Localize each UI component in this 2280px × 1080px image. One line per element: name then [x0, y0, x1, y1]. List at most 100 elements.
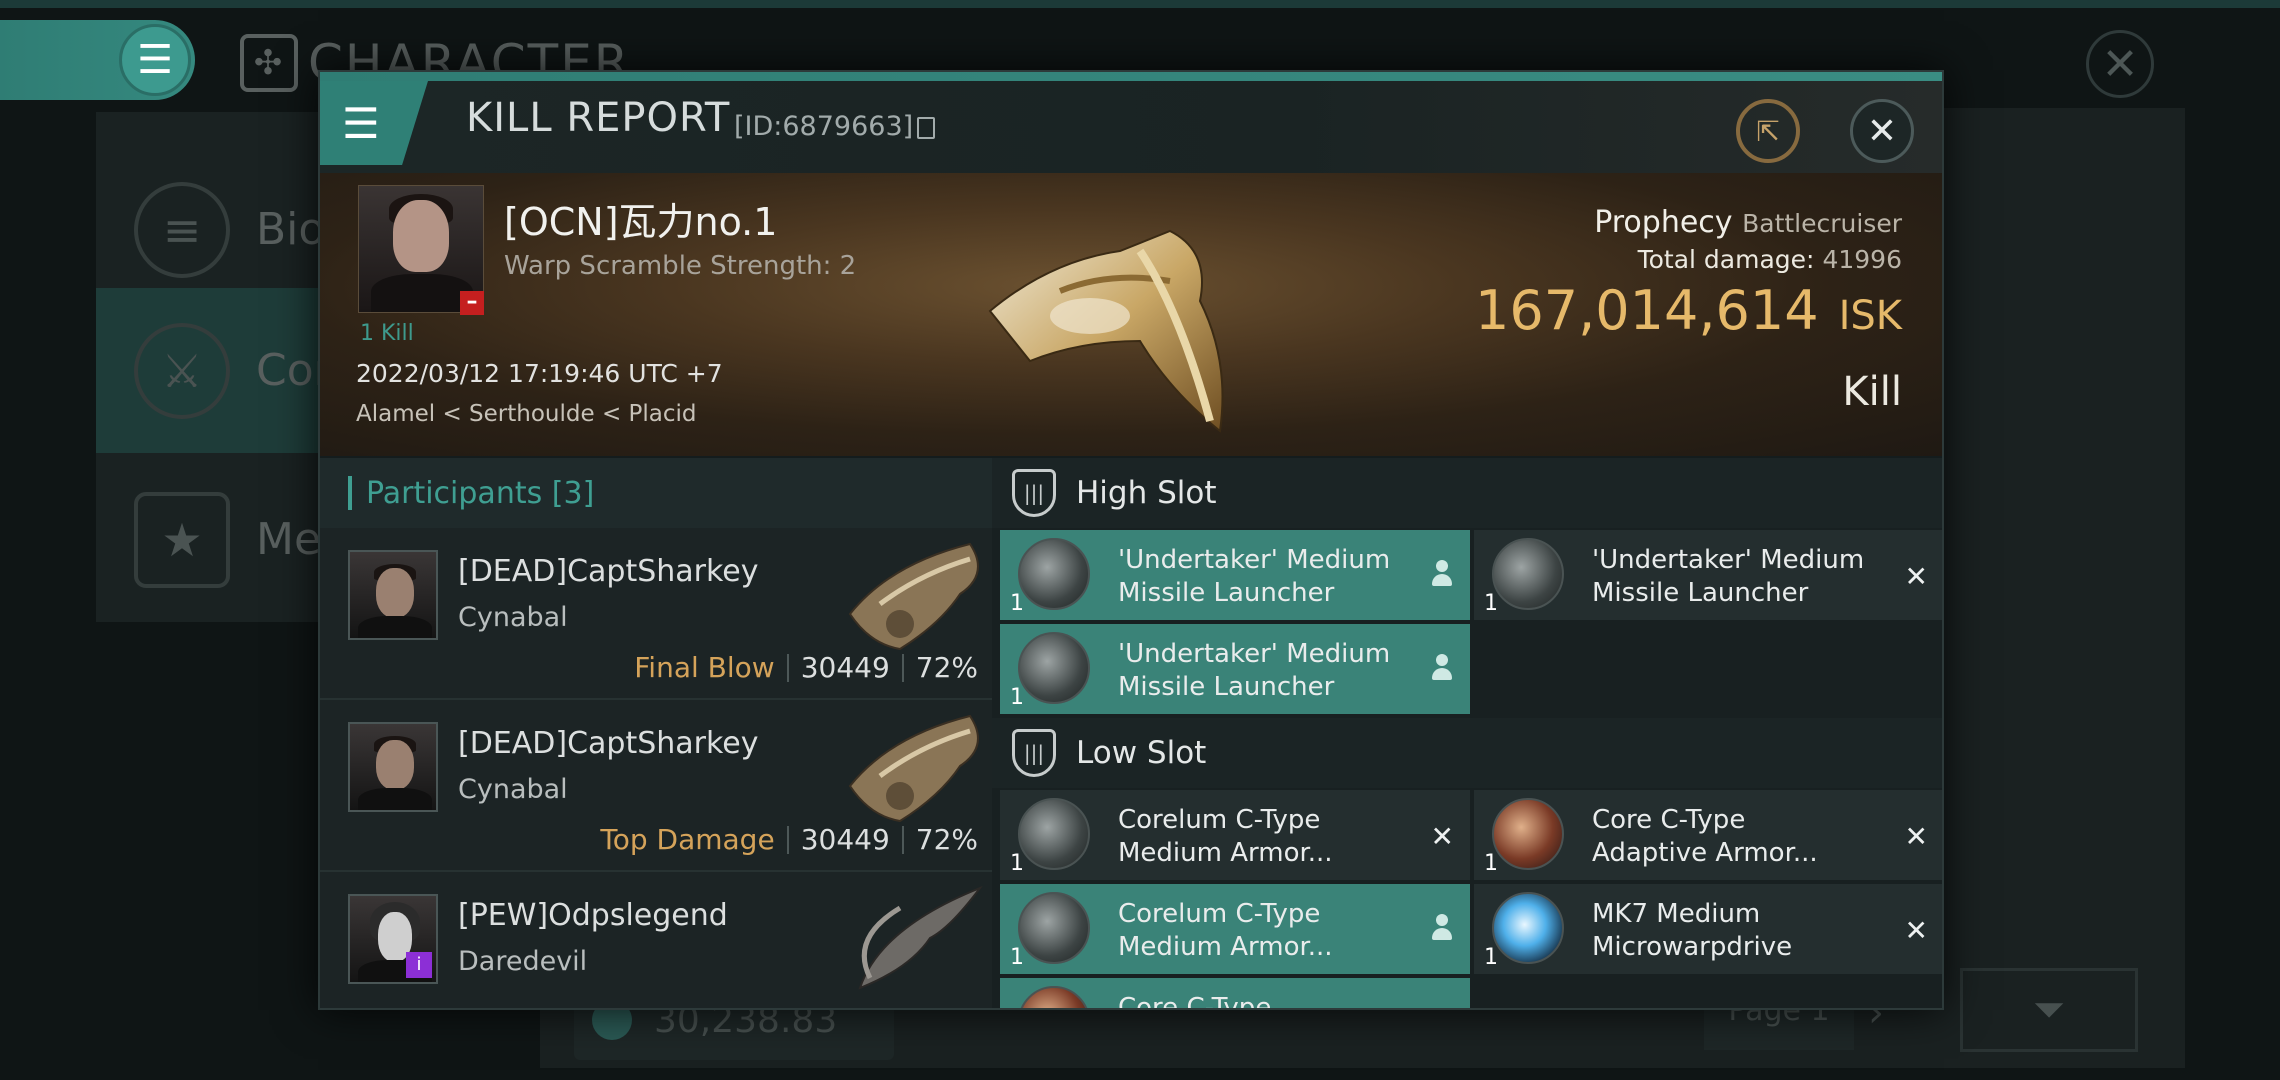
victim-kill-count: 1 Kill: [360, 321, 414, 346]
total-damage-label: Total damage:: [1637, 245, 1815, 274]
victim-ship-image: [988, 229, 1224, 433]
modal-accent-bar: [320, 72, 1942, 81]
slot-item-qty: 1: [1010, 851, 1024, 876]
participant-name: [PEW]Odpslegend: [458, 898, 728, 933]
slot-item[interactable]: Core C-Type: [1000, 978, 1470, 1010]
close-icon: ✕: [1430, 820, 1454, 853]
missile-launcher-icon: [1018, 632, 1090, 704]
close-button[interactable]: ✕: [1850, 99, 1914, 163]
kill-id-text: [ID:6879663]: [734, 111, 914, 142]
close-icon: ✕: [1904, 914, 1928, 947]
slot-item-name: 'Undertaker' Medium Missile Launcher: [1592, 545, 1865, 608]
adaptive-armor-icon: [1492, 798, 1564, 870]
share-icon: ⇱: [1756, 114, 1780, 148]
vitruvian-icon: ✣: [240, 34, 298, 92]
low-slot-grid: 1 Corelum C-Type Medium Armor... ✕ 1 Core…: [992, 788, 1942, 1010]
standing-negative-icon: –: [460, 291, 484, 315]
slot-item[interactable]: 1 'Undertaker' Medium Missile Launcher ✕: [1474, 530, 1942, 620]
avatar[interactable]: [348, 722, 438, 812]
modal-title: KILL REPORT: [466, 95, 731, 141]
slot-item[interactable]: 1 Corelum C-Type Medium Armor...: [1000, 884, 1470, 974]
total-damage: Total damage: 41996: [1638, 245, 1902, 274]
missile-launcher-icon: [1018, 538, 1090, 610]
person-icon: [1430, 914, 1454, 944]
slot-item-qty: 1: [1484, 945, 1498, 970]
background-sidebar: ≡ Bio ⚔ Cor ★ Med: [96, 112, 349, 622]
close-icon: ✕: [1866, 110, 1898, 152]
participant-ship: Cynabal: [458, 774, 568, 805]
participant-row[interactable]: [DEAD]CaptSharkey Cynabal Top Damage 304…: [320, 700, 992, 872]
participant-percent: 72%: [915, 651, 978, 684]
participant-stats: Final Blow 30449 72%: [634, 651, 978, 684]
slot-item[interactable]: 1 Corelum C-Type Medium Armor... ✕: [1000, 790, 1470, 880]
adaptive-armor-icon: [1018, 986, 1090, 1008]
top-accent-line: [0, 0, 2280, 8]
sidebar-item-label: Bio: [256, 204, 326, 255]
participant-ship-image: [848, 714, 979, 823]
hamburger-icon: ☰: [342, 98, 380, 148]
slot-item-qty: 1: [1484, 591, 1498, 616]
slot-item-name: Corelum C-Type Medium Armor...: [1118, 805, 1333, 868]
isk-value: 167,014,614 ISK: [1475, 279, 1902, 342]
kill-datetime: 2022/03/12 17:19:46 UTC +7: [356, 359, 723, 388]
crossed-swords-icon: ⚔: [134, 322, 230, 419]
slot-item-name: Core C-Type Adaptive Armor...: [1592, 805, 1818, 868]
participant-row[interactable]: i [PEW]Odpslegend Daredevil: [320, 872, 992, 1008]
sidebar-item-combat[interactable]: ⚔ Cor: [96, 288, 336, 453]
close-icon: ✕: [1904, 560, 1928, 593]
participants-header: Participants [3]: [320, 458, 992, 528]
star-icon: ★: [134, 491, 230, 588]
copy-icon[interactable]: [917, 116, 936, 139]
participant-damage: 30449: [800, 651, 890, 684]
ship-class: Battlecruiser: [1742, 209, 1902, 238]
sidebar-item-medals[interactable]: ★ Med: [96, 457, 349, 622]
armor-repairer-icon: [1018, 798, 1090, 870]
slot-item[interactable]: 1 Core C-Type Adaptive Armor... ✕: [1474, 790, 1942, 880]
background-menu-button[interactable]: ☰: [0, 20, 195, 100]
armor-repairer-icon: [1018, 892, 1090, 964]
participant-row[interactable]: [DEAD]CaptSharkey Cynabal Final Blow 304…: [320, 528, 992, 700]
person-icon: [1430, 560, 1454, 590]
total-damage-value: 41996: [1822, 245, 1902, 274]
slot-item-qty: 1: [1484, 851, 1498, 876]
high-slot-header: ||| High Slot: [992, 458, 1942, 528]
hamburger-icon: ☰: [119, 24, 191, 96]
participant-ship-image: [848, 542, 979, 651]
avatar[interactable]: [348, 550, 438, 640]
slot-item-name: 'Undertaker' Medium Missile Launcher: [1118, 545, 1391, 608]
list-icon: ≡: [134, 181, 230, 278]
fitting-slots-panel: ||| High Slot 1 'Undertaker' Medium Missi…: [992, 458, 1942, 1010]
high-slot-title: High Slot: [1076, 475, 1217, 511]
kill-report-modal: ☰ KILL REPORT [ID:6879663] ⇱ ✕ – [OCN]瓦力…: [318, 70, 1944, 1010]
shield-slot-icon: |||: [1012, 729, 1056, 777]
participant-percent: 72%: [915, 823, 978, 856]
missile-launcher-icon: [1492, 538, 1564, 610]
low-slot-title: Low Slot: [1076, 735, 1207, 771]
slot-item-qty: 1: [1010, 945, 1024, 970]
kill-result-label: Kill: [1842, 369, 1902, 415]
background-close-icon[interactable]: ✕: [2086, 30, 2154, 98]
participants-title: Participants: [366, 475, 543, 511]
kill-id[interactable]: [ID:6879663]: [734, 111, 936, 142]
close-icon: ✕: [1904, 820, 1928, 853]
slot-item-qty: 1: [1010, 591, 1024, 616]
kill-location: Alamel < Serthoulde < Placid: [356, 401, 697, 427]
slot-item-name: Corelum C-Type Medium Armor...: [1118, 899, 1333, 962]
info-icon: i: [406, 952, 432, 978]
share-button[interactable]: ⇱: [1736, 99, 1800, 163]
ship-name[interactable]: Prophecy Battlecruiser: [1594, 205, 1902, 240]
victim-name[interactable]: [OCN]瓦力no.1: [504, 191, 777, 246]
slot-item-qty: 1: [1010, 685, 1024, 710]
slot-item-name: Core C-Type: [1118, 993, 1272, 1010]
filter-icon[interactable]: ⏷: [1960, 968, 2138, 1052]
low-slot-header: ||| Low Slot: [992, 718, 1942, 788]
slot-item[interactable]: 1 'Undertaker' Medium Missile Launcher: [1000, 624, 1470, 714]
slot-item[interactable]: 1 MK7 Medium Microwarpdrive ✕: [1474, 884, 1942, 974]
modal-menu-button[interactable]: ☰: [320, 81, 428, 165]
high-slot-grid: 1 'Undertaker' Medium Missile Launcher 1 …: [992, 528, 1942, 714]
slot-item-name: MK7 Medium Microwarpdrive: [1592, 899, 1793, 962]
participants-panel: Participants [3] [DEAD]CaptSharkey Cynab…: [320, 458, 992, 1008]
slot-item[interactable]: 1 'Undertaker' Medium Missile Launcher: [1000, 530, 1470, 620]
participant-stats: Top Damage 30449 72%: [600, 823, 978, 856]
participant-name: [DEAD]CaptSharkey: [458, 554, 759, 589]
